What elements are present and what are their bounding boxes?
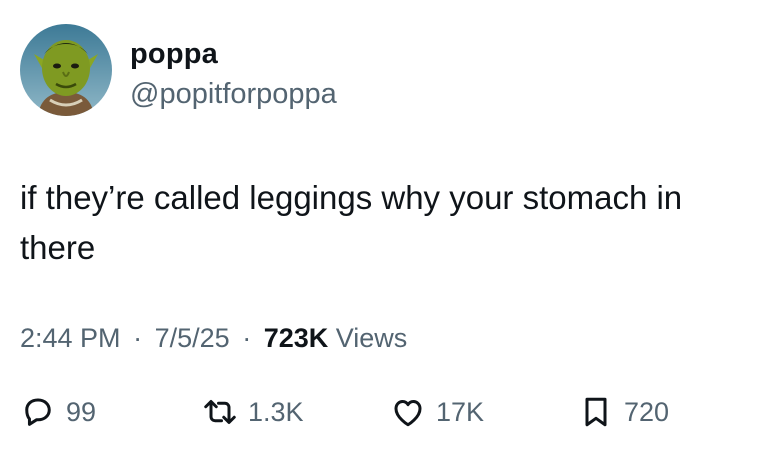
bookmark-icon [585, 397, 607, 427]
tweet-meta: 2:44 PM · 7/5/25 · 723K Views [20, 323, 407, 354]
reply-button[interactable]: 99 [20, 392, 96, 432]
profile-avatar-icon [20, 24, 112, 116]
like-count: 17K [436, 396, 485, 427]
repost-icon [204, 400, 236, 424]
user-handle[interactable]: @popitforpoppa [130, 78, 337, 111]
reply-icon [25, 398, 51, 426]
like-button[interactable]: 17K [390, 392, 484, 432]
repost-count: 1.3K [248, 396, 304, 427]
repost-button[interactable]: 1.3K [202, 392, 304, 432]
bookmark-count: 720 [624, 396, 670, 427]
meta-separator: · [133, 323, 143, 353]
heart-icon [394, 400, 422, 427]
tweet-text: if they’re called leggings why your stom… [20, 179, 683, 266]
tweet-date[interactable]: 7/5/25 [155, 323, 230, 353]
display-name[interactable]: poppa [130, 38, 218, 71]
bookmark-button[interactable]: 720 [578, 392, 669, 432]
views-label: Views [335, 323, 408, 353]
views-count: 723K [263, 323, 329, 353]
avatar[interactable] [20, 24, 112, 116]
reply-count: 99 [66, 396, 97, 427]
tweet-time[interactable]: 2:44 PM [20, 323, 121, 353]
meta-separator: · [242, 323, 252, 353]
